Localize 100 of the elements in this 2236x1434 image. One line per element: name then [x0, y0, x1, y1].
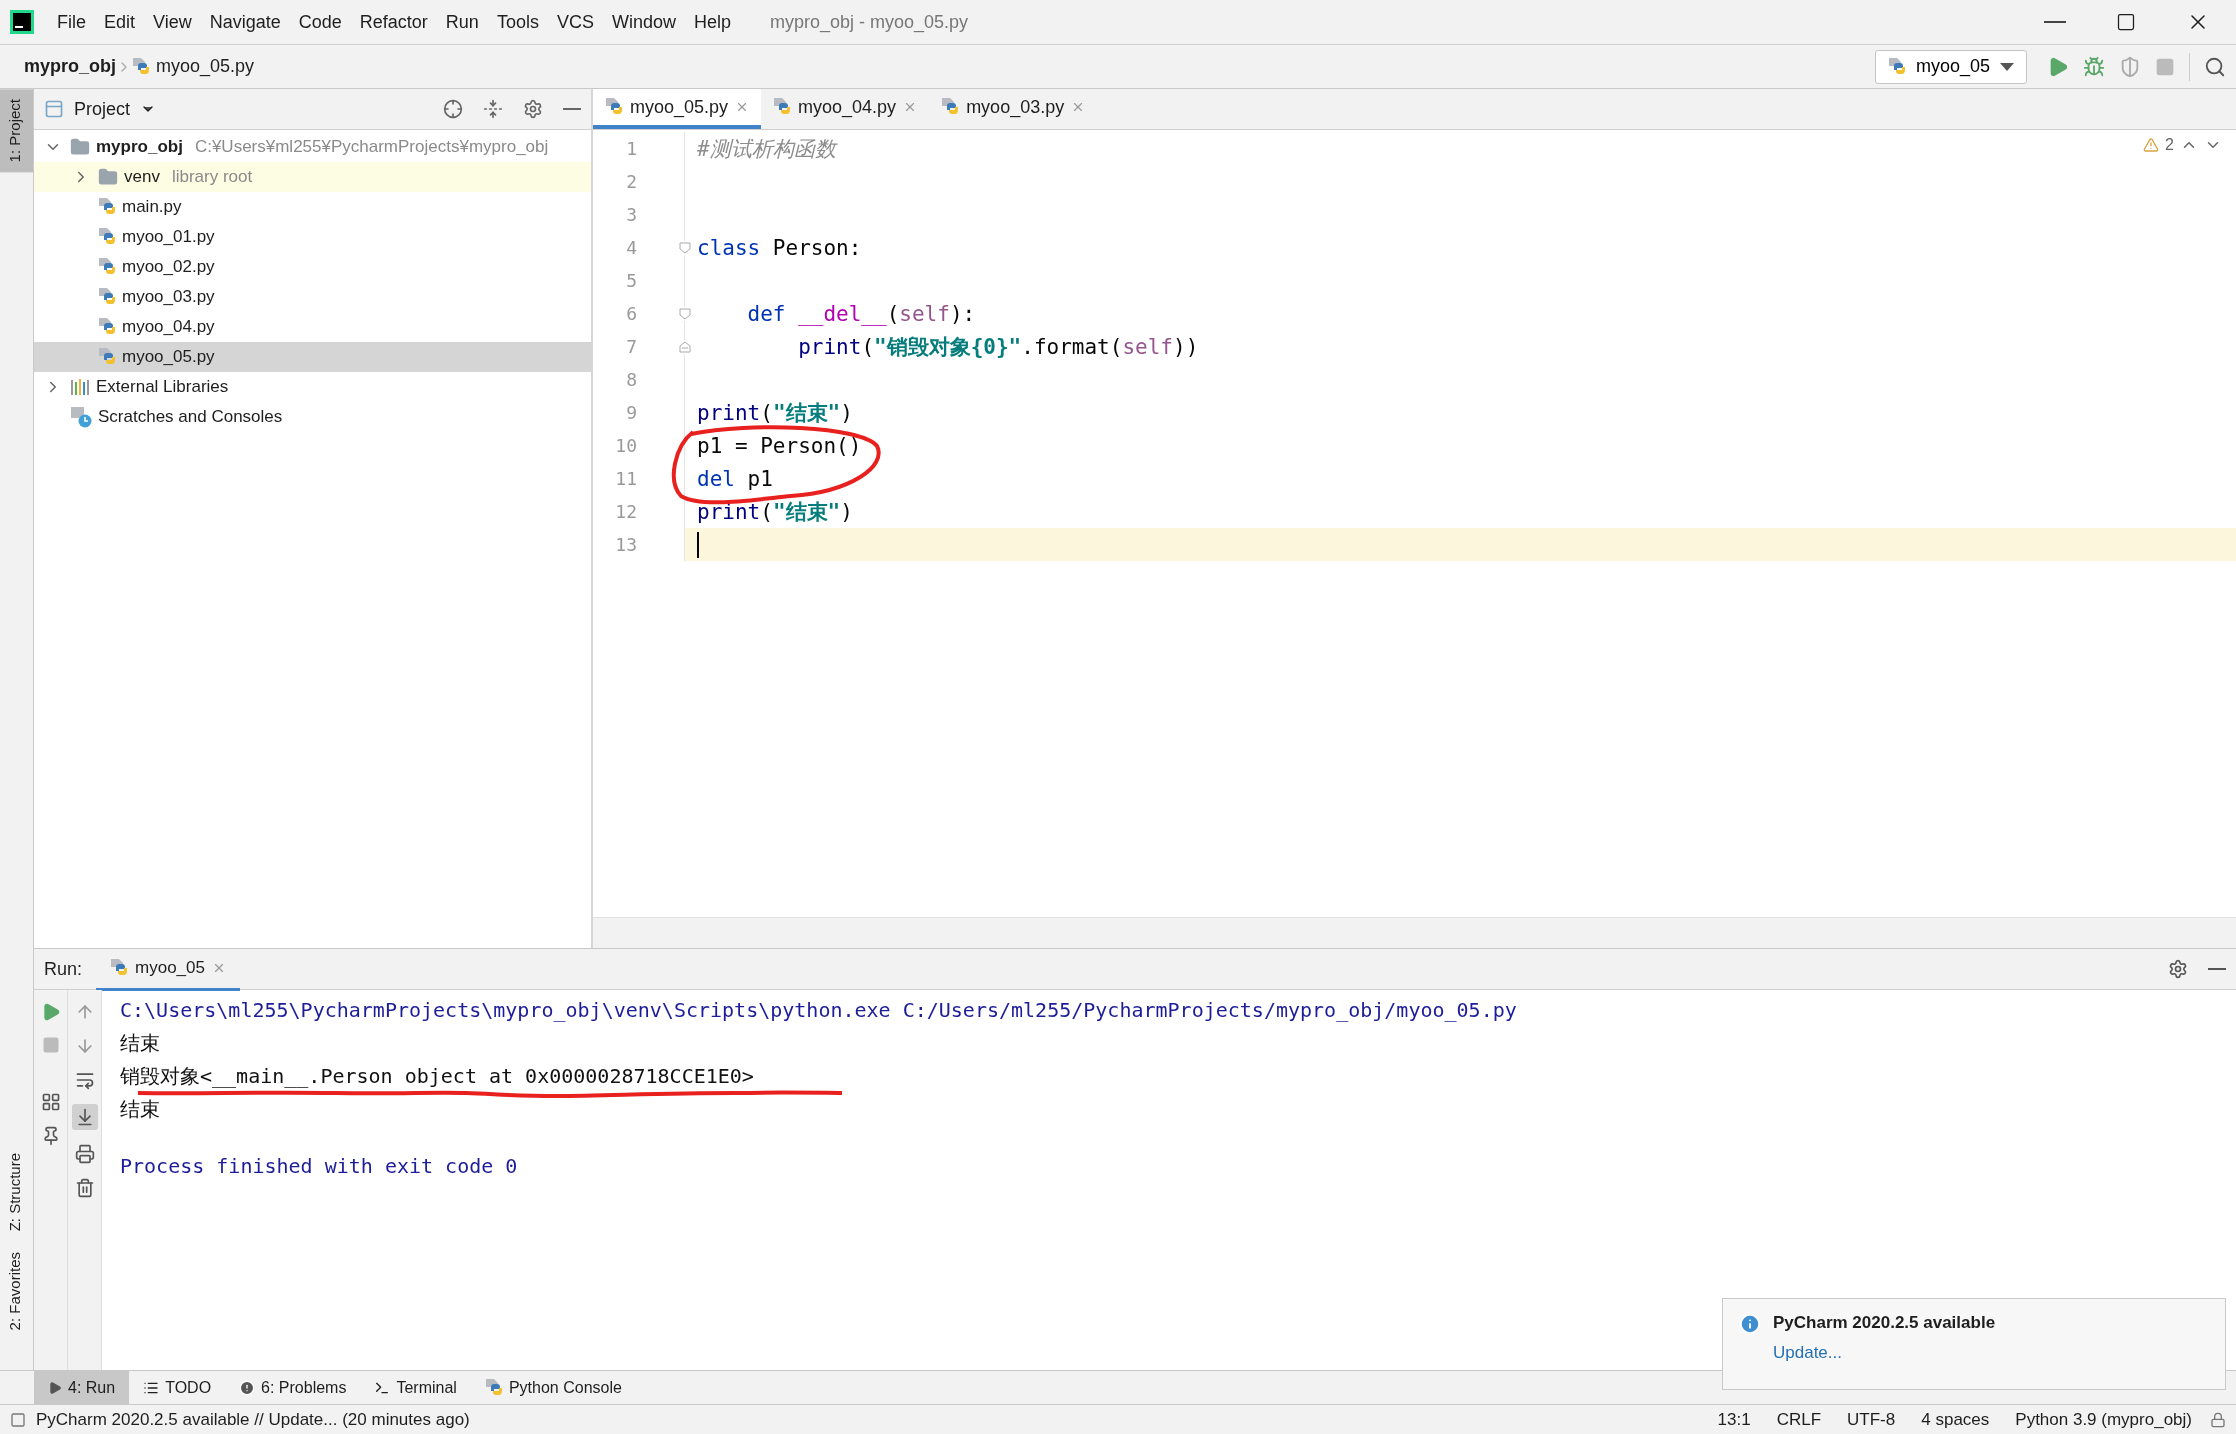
minimize-icon[interactable]	[2044, 21, 2066, 23]
tool-tab[interactable]: Terminal	[360, 1371, 471, 1404]
python-icon	[1887, 56, 1906, 77]
warning-count[interactable]: 2	[2165, 136, 2174, 154]
fold-icon[interactable]	[678, 240, 692, 255]
line-number: 6	[625, 303, 637, 324]
maximize-icon	[2116, 12, 2136, 32]
notification-title: PyCharm 2020.2.5 available	[1773, 1313, 1996, 1333]
code-line: p1 = Person()	[697, 433, 862, 458]
status-item[interactable]: 4 spaces	[1913, 1409, 1998, 1430]
tree-item[interactable]: myoo_01.py	[34, 222, 591, 252]
console-line: 结束	[120, 1031, 160, 1055]
coverage-icon	[2119, 55, 2141, 78]
locate-icon	[443, 99, 463, 119]
folder-icon	[98, 167, 118, 187]
python-file-icon	[98, 197, 116, 217]
editor-tab[interactable]: myoo_03.py	[929, 89, 1098, 129]
tool-window-button[interactable]: 2: Favorites	[0, 1241, 33, 1340]
menu-item[interactable]: Run	[436, 11, 488, 33]
caret-icon	[2000, 62, 2014, 71]
python-file-icon	[605, 97, 623, 117]
library-icon	[70, 378, 90, 396]
collapse-all-icon	[483, 99, 503, 119]
layout-icon	[40, 1092, 61, 1112]
tree-hint: C:¥Users¥ml255¥PycharmProjects¥mypro_obj	[194, 137, 549, 157]
menu-item[interactable]: Edit	[95, 11, 145, 33]
python-file-icon	[98, 287, 116, 307]
editor-tab[interactable]: myoo_05.py	[593, 89, 762, 129]
line-number: 12	[614, 501, 637, 522]
play-icon	[48, 1380, 62, 1395]
app-logo	[10, 10, 34, 34]
line-number: 2	[625, 171, 637, 192]
line-number: 10	[614, 435, 637, 456]
python-icon	[484, 1377, 503, 1398]
menu-item[interactable]: Refactor	[350, 11, 437, 33]
menu-item[interactable]: File	[48, 11, 95, 33]
update-link[interactable]: Update...	[1773, 1343, 1842, 1363]
console-line: 销毁对象<__main__.Person object at 0x0000028718CCE1E0>	[120, 1064, 754, 1088]
print-icon	[74, 1144, 95, 1164]
status-item[interactable]: 13:1	[1709, 1409, 1759, 1430]
scroll-to-end-icon[interactable]	[71, 1104, 98, 1130]
status-item[interactable]: Python 3.9 (mypro_obj)	[2007, 1409, 2200, 1430]
tool-window-button[interactable]: 1: Project	[0, 89, 33, 173]
line-number: 8	[625, 369, 637, 390]
menu-item[interactable]: Help	[684, 11, 740, 33]
tree-item[interactable]: Scratches and Consoles	[34, 402, 591, 432]
menu-item[interactable]: VCS	[547, 11, 603, 33]
status-message[interactable]: PyCharm 2020.2.5 available // Update... (20 minutes ago)	[36, 1409, 470, 1430]
info-icon	[1739, 1313, 1761, 1335]
code-line: print("结束")	[697, 498, 853, 526]
tree-item[interactable]: myoo_05.py	[34, 342, 591, 372]
settings-icon	[523, 99, 543, 119]
tool-window-button[interactable]: Z: Structure	[0, 1143, 33, 1242]
menu-item[interactable]: Code	[289, 11, 351, 33]
fold-end-icon[interactable]	[678, 339, 692, 354]
editor-tab[interactable]: myoo_04.py	[761, 89, 930, 129]
breadcrumb[interactable]: myoo_05.py	[156, 56, 255, 77]
code-line: def __del__(self):	[746, 301, 976, 326]
code-line: print("结束")	[697, 399, 853, 427]
menu-item[interactable]: Navigate	[200, 11, 290, 33]
tool-tab[interactable]: 6: Problems	[225, 1371, 361, 1404]
menu-item[interactable]: View	[144, 11, 201, 33]
settings-icon	[2168, 959, 2188, 979]
text-cursor	[697, 531, 699, 558]
search-icon	[2204, 55, 2226, 78]
line-number: 13	[614, 534, 637, 555]
status-item[interactable]: UTF-8	[1839, 1409, 1904, 1430]
code-line: print("销毁对象{0}".format(self))	[797, 333, 1199, 361]
menu-item[interactable]: Tools	[487, 11, 548, 33]
python-file-icon	[98, 317, 116, 337]
line-number: 1	[625, 138, 637, 159]
run-tab[interactable]: myoo_05	[96, 947, 240, 991]
tool-tab[interactable]: TODO	[129, 1371, 226, 1404]
console-line: Process finished with exit code 0	[120, 1154, 518, 1178]
tool-tab[interactable]: 4: Run	[34, 1371, 130, 1404]
breadcrumb[interactable]: mypro_obj	[24, 56, 116, 77]
lock-icon	[2210, 1411, 2226, 1428]
tree-item[interactable]: myoo_03.py	[34, 282, 591, 312]
status-item[interactable]: CRLF	[1768, 1409, 1830, 1430]
line-number: 11	[614, 468, 637, 489]
python-file-icon	[773, 97, 792, 117]
tool-tab[interactable]: Python Console	[470, 1371, 636, 1404]
code-line: del p1	[697, 466, 773, 491]
python-file-icon	[98, 347, 116, 367]
tree-item[interactable]: myoo_02.py	[34, 252, 591, 282]
python-file-icon	[132, 56, 150, 77]
line-number: 9	[625, 402, 637, 423]
soft-wrap-icon	[74, 1070, 95, 1090]
tree-item[interactable]: venv library root	[34, 162, 591, 192]
trash-icon	[74, 1178, 95, 1198]
tree-item[interactable]: main.py	[34, 192, 591, 222]
console-line: C:\Users\ml255\PycharmProjects\mypro_obj\venv\Scripts\python.exe C:/Users/ml255/PycharmProjects/mypro_obj/myoo_05.py	[120, 998, 1517, 1022]
menu-item[interactable]: Window	[602, 11, 685, 33]
fold-icon[interactable]	[678, 306, 692, 321]
tree-item[interactable]: mypro_obj C:¥Users¥ml255¥PycharmProjects¥mypro_obj	[34, 132, 591, 162]
panel-title[interactable]: Project	[74, 98, 131, 120]
run-config-dropdown[interactable]: myoo_05	[1874, 49, 2027, 84]
tree-item[interactable]: External Libraries	[34, 372, 591, 402]
folder-icon	[70, 137, 90, 157]
tree-item[interactable]: myoo_04.py	[34, 312, 591, 342]
